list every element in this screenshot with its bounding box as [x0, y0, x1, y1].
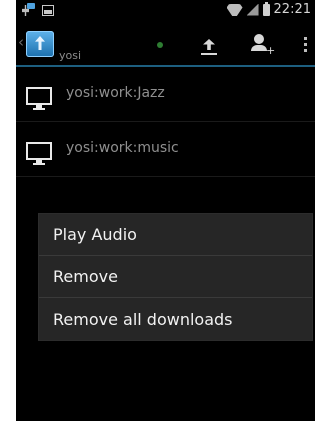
usb-icon: [22, 3, 35, 16]
add-user-head: [254, 34, 264, 44]
upload-icon[interactable]: [201, 39, 217, 55]
list-item-label: yosi:work:music: [66, 140, 179, 156]
device-list: yosi:work:Jazz yosi:work:music: [16, 67, 315, 177]
add-user-body: [251, 45, 267, 51]
clock: 22:21: [273, 2, 311, 17]
phone-screen: 22:21 ‹ yosi + yosi:work:Jazz yosi:work:…: [16, 0, 315, 421]
action-bar-title: yosi: [59, 49, 82, 62]
app-icon[interactable]: [26, 31, 54, 57]
list-item-label: yosi:work:Jazz: [66, 85, 165, 101]
add-user-plus: +: [266, 44, 276, 57]
action-bar: ‹ yosi +: [16, 23, 315, 67]
list-item[interactable]: yosi:work:Jazz: [16, 67, 315, 122]
list-item[interactable]: yosi:work:music: [16, 122, 315, 177]
image-icon: [42, 5, 54, 16]
status-dot-icon: [157, 42, 163, 48]
menu-item-remove[interactable]: Remove: [39, 256, 312, 298]
notification-icons: [22, 3, 54, 16]
signal-icon: [247, 4, 259, 16]
menu-item-play-audio[interactable]: Play Audio: [39, 214, 312, 256]
back-caret-icon[interactable]: ‹: [18, 33, 24, 51]
add-user-icon[interactable]: +: [251, 34, 276, 57]
wifi-icon: [227, 4, 243, 16]
monitor-icon: [26, 142, 52, 165]
status-bar: 22:21: [16, 0, 315, 23]
system-icons: 22:21: [227, 1, 311, 17]
monitor-icon: [26, 87, 52, 110]
menu-item-remove-all-downloads[interactable]: Remove all downloads: [39, 298, 312, 340]
battery-icon: [262, 1, 270, 16]
context-menu: Play Audio Remove Remove all downloads: [38, 213, 313, 341]
overflow-menu-icon[interactable]: [304, 37, 308, 55]
